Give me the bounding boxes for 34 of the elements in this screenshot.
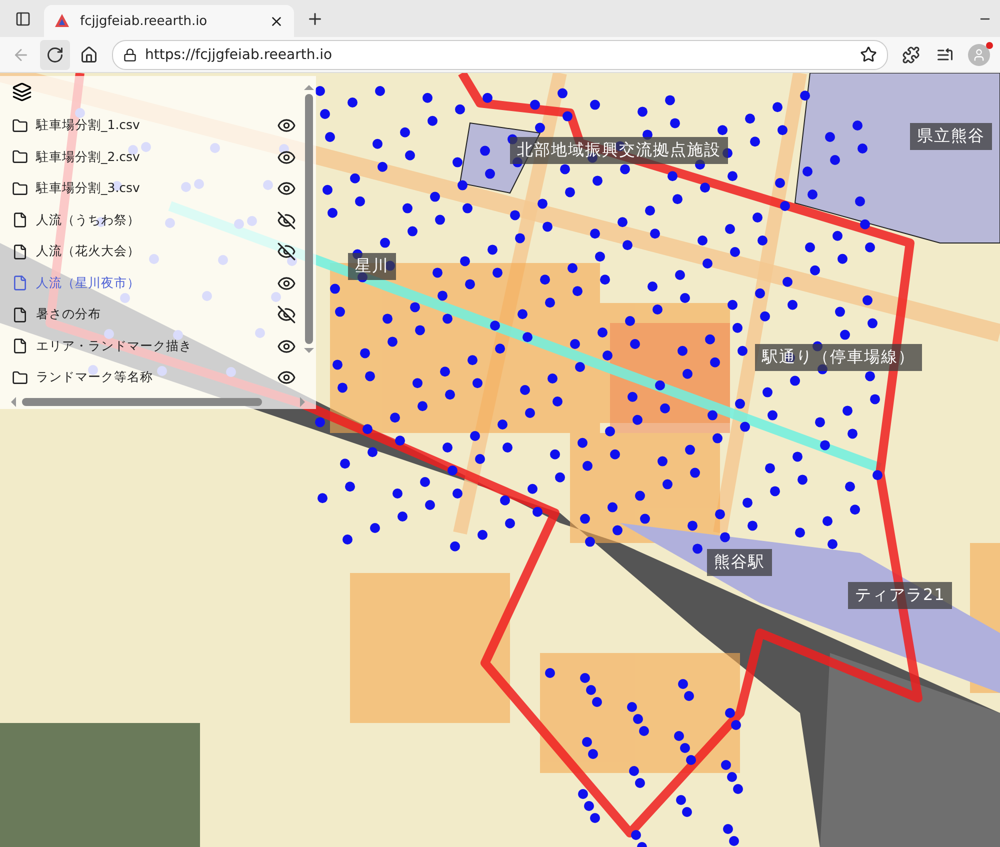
file-icon: [12, 306, 28, 323]
file-icon: [12, 338, 28, 354]
layer-item[interactable]: 人流（星川夜市）: [12, 268, 302, 299]
layer-item[interactable]: 人流（花火大会）: [12, 236, 302, 268]
folder-icon: [12, 149, 28, 166]
layer-item[interactable]: 人流（うちわ祭）: [12, 204, 302, 236]
reload-icon[interactable]: [40, 40, 70, 70]
layer-item[interactable]: 駐車場分割_1.csv: [12, 110, 302, 142]
map-label: 北部地域振興交流拠点施設: [510, 137, 728, 164]
map-label: 県立熊谷: [910, 123, 992, 150]
map-label: 星川: [348, 253, 396, 280]
eye-off-icon[interactable]: [277, 305, 296, 324]
file-icon: [12, 275, 28, 292]
browser-tab[interactable]: fcjjgfeiab.reearth.io: [44, 5, 294, 37]
eye-off-icon[interactable]: [277, 210, 296, 230]
layer-item[interactable]: 暑さの分布: [12, 299, 302, 330]
layer-item[interactable]: エリア・ランドマーク描き: [12, 330, 302, 362]
eye-off-icon[interactable]: [277, 242, 296, 262]
folder-icon: [12, 370, 28, 386]
map-label: ティアラ21: [848, 582, 952, 609]
map-label: 駅通り（停車場線）: [755, 344, 922, 371]
logo-icon: [54, 13, 70, 29]
lock-icon: [123, 48, 137, 62]
file-icon: [12, 244, 28, 260]
folder-icon: [12, 180, 28, 197]
file-icon: [12, 212, 28, 228]
layer-item[interactable]: 駐車場分割_3.csv: [12, 173, 302, 204]
star-icon[interactable]: [860, 46, 877, 63]
folder-icon: [12, 118, 28, 134]
layers-icon[interactable]: [12, 82, 32, 102]
map-label: 熊谷駅: [707, 549, 772, 576]
layer-item[interactable]: ランドマーク等名称: [12, 362, 302, 394]
address-bar[interactable]: https://fcjjgfeiab.reearth.io: [112, 40, 888, 70]
layer-item[interactable]: 駐車場分割_2.csv: [12, 142, 302, 173]
